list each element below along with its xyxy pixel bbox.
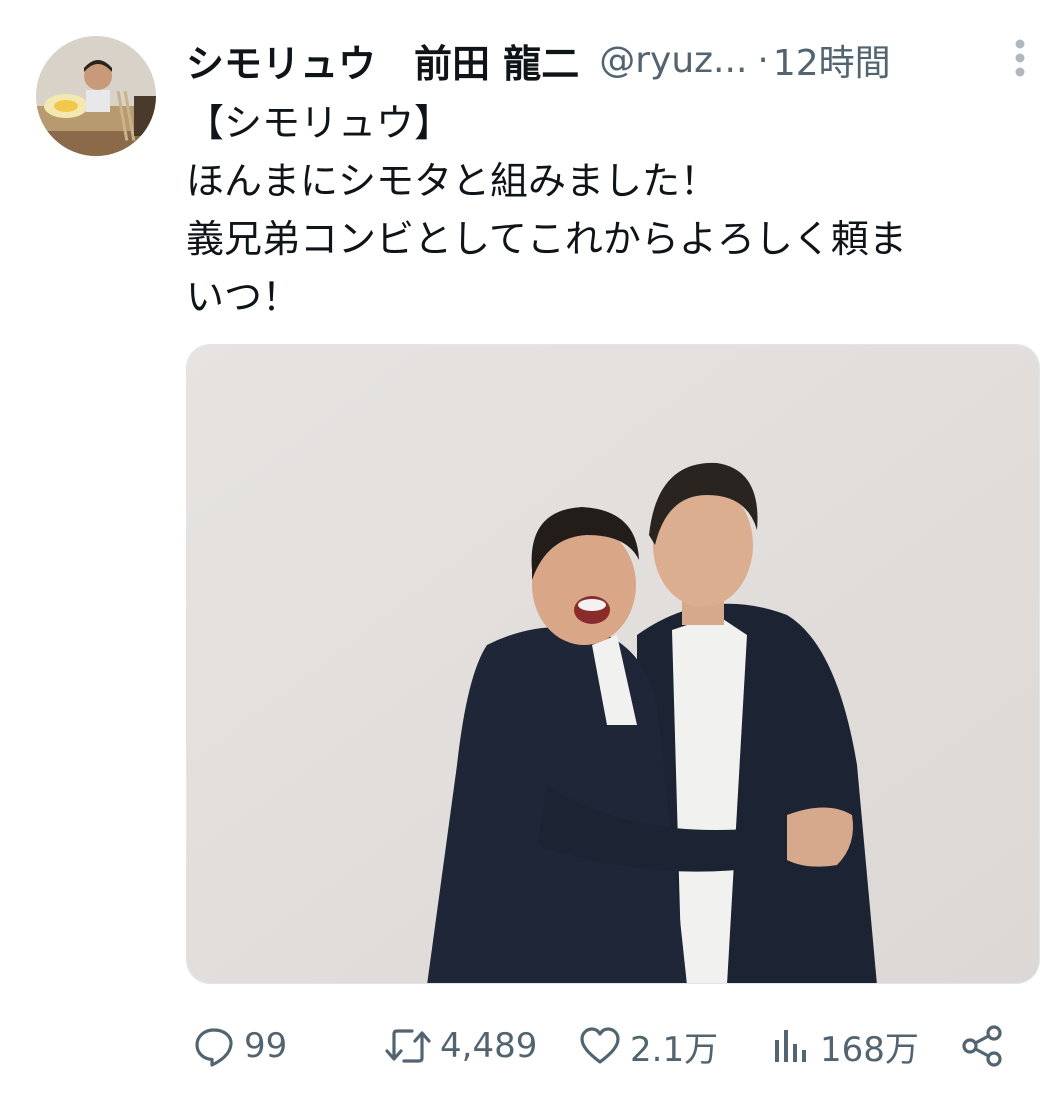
like-button[interactable]: 2.1万: [578, 1016, 718, 1076]
tweet-text-line: 【シモリュウ】: [186, 101, 453, 145]
separator-dot: ·: [757, 39, 769, 81]
share-icon: [962, 1025, 1002, 1067]
reply-icon: [195, 1028, 233, 1067]
like-count: 2.1万: [630, 1029, 719, 1070]
tweet-header: シモリュウ 前田 龍二 @ryuz... · 12時間: [186, 30, 986, 90]
tweet-text-line: ほんまにシモタと組みました！: [186, 159, 719, 203]
more-button[interactable]: [1000, 28, 1040, 88]
views-button[interactable]: 168万: [772, 1016, 919, 1076]
bar-chart-icon: [775, 1030, 806, 1062]
share-button[interactable]: [960, 1016, 1006, 1076]
views-count: 168万: [820, 1029, 919, 1070]
tweet-photo[interactable]: [186, 344, 1040, 984]
retweet-button[interactable]: 4,489: [384, 1016, 537, 1076]
avatar-image: [36, 36, 156, 156]
tweet-text: 【シモリュウ】 ほんまにシモタと組みました！ 義兄弟コンビとしてこれからよろしく…: [186, 94, 1016, 326]
action-bar: 99 4,489 2.1万 168万: [186, 1016, 1016, 1076]
reply-count: 99: [244, 1026, 288, 1066]
timestamp[interactable]: 12時間: [773, 34, 891, 86]
reply-button[interactable]: 99: [192, 1016, 287, 1076]
tweet-text-line: いつ！: [186, 275, 301, 319]
heart-icon: [580, 1027, 620, 1064]
retweet-count: 4,489: [440, 1026, 538, 1066]
user-handle[interactable]: @ryuz...: [599, 40, 747, 81]
display-name[interactable]: シモリュウ 前田 龍二: [186, 33, 579, 88]
more-dots-icon: [1015, 39, 1025, 77]
tweet-text-line: 義兄弟コンビとしてこれからよろしく頼ま: [186, 217, 907, 261]
photo-two-men: [187, 345, 1039, 983]
retweet-icon: [385, 1029, 431, 1063]
avatar[interactable]: [36, 36, 156, 156]
